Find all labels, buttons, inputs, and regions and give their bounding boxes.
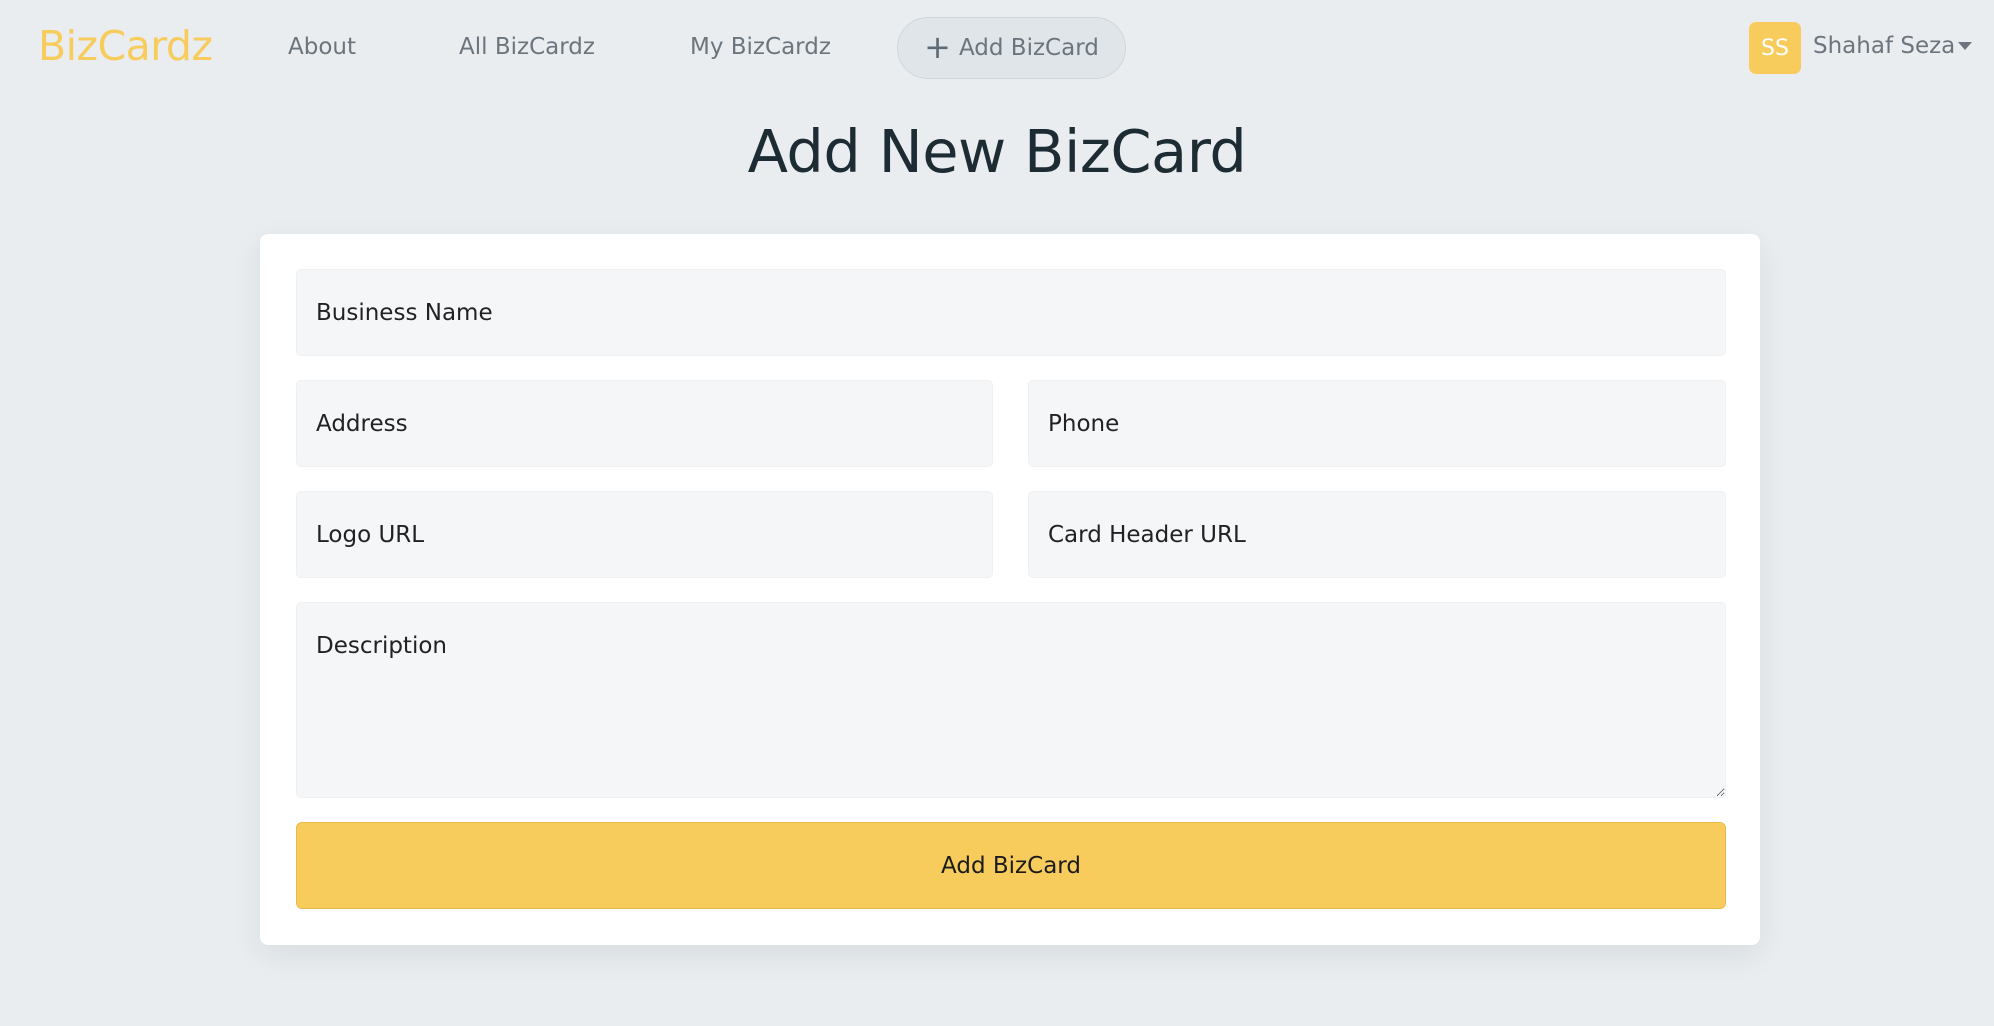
user-menu-toggle[interactable]: Shahaf Seza xyxy=(1813,29,1955,63)
nav-link-my-bizcardz[interactable]: My BizCardz xyxy=(690,30,831,64)
page-title: Add New BizCard xyxy=(739,110,1255,194)
brand-logo[interactable]: BizCardz xyxy=(38,20,213,72)
nav-link-all-bizcardz[interactable]: All BizCardz xyxy=(459,30,595,64)
avatar[interactable]: SS xyxy=(1749,22,1801,74)
add-bizcard-nav-label: Add BizCard xyxy=(958,35,1099,61)
add-bizcard-button[interactable]: Add BizCard xyxy=(296,822,1726,909)
caret-down-icon[interactable] xyxy=(1958,42,1972,50)
card-header-url-input[interactable] xyxy=(1028,491,1726,578)
plus-icon: + xyxy=(924,27,951,66)
logo-url-input[interactable] xyxy=(296,491,993,578)
address-input[interactable] xyxy=(296,380,993,467)
nav-link-about[interactable]: About xyxy=(288,30,356,64)
business-name-input[interactable] xyxy=(296,269,1726,356)
add-bizcard-nav-button[interactable]: + Add BizCard xyxy=(897,17,1126,79)
add-bizcard-form: Add BizCard xyxy=(260,234,1760,945)
description-textarea[interactable] xyxy=(296,602,1726,798)
navbar: BizCardz About All BizCardz My BizCardz … xyxy=(0,0,1994,96)
phone-input[interactable] xyxy=(1028,380,1726,467)
page-title-container: Add New BizCard xyxy=(0,110,1994,194)
page-title-text: Add New BizCard xyxy=(747,117,1247,186)
